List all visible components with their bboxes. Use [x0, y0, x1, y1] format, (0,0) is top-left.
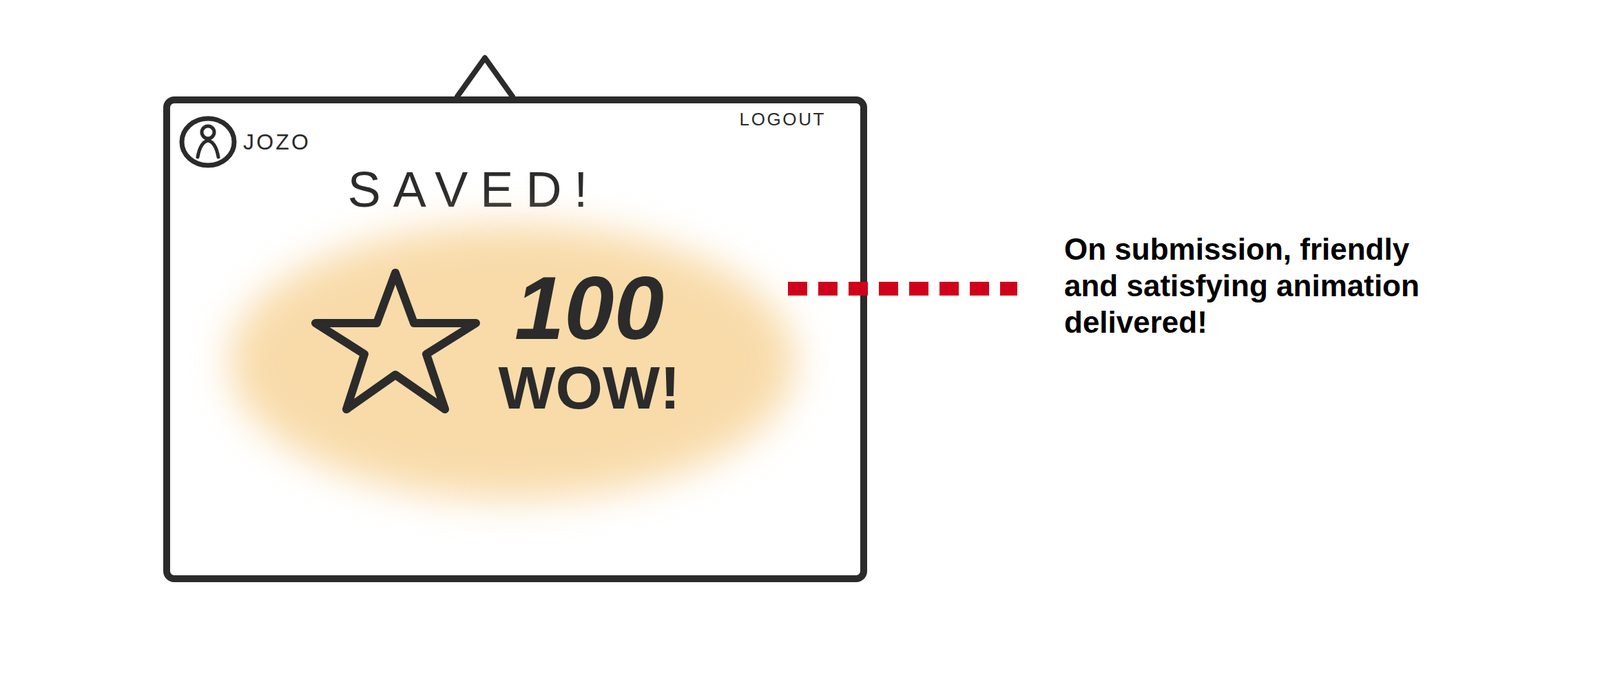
avatar-icon [178, 114, 238, 170]
saved-title: SAVED! [170, 162, 861, 217]
celebration: 100WOW! [229, 223, 796, 500]
annotation-line: and satisfying animation [1064, 267, 1420, 305]
screen-frame: JOZO LOGOUT SAVED! 100WOW! [163, 96, 868, 583]
page: JOZO LOGOUT SAVED! 100WOW! On submission, fr… [0, 0, 1600, 680]
callout-line [787, 281, 1018, 296]
annotation: On submission, friendlyand satisfying an… [1064, 231, 1420, 341]
score-block: 100WOW! [498, 261, 681, 422]
header: JOZO LOGOUT [170, 103, 861, 170]
points: 100 [514, 261, 664, 356]
annotation-line: delivered! [1064, 304, 1420, 341]
user-name: JOZO [243, 128, 311, 155]
star-icon [303, 264, 488, 418]
annotation-line: On submission, friendly [1064, 231, 1420, 268]
celebration-content: 100WOW! [303, 261, 681, 422]
user-badge[interactable]: JOZO [178, 114, 311, 170]
wow-text: WOW! [498, 354, 681, 422]
caret-icon [453, 53, 516, 100]
logout-link[interactable]: LOGOUT [739, 108, 826, 131]
